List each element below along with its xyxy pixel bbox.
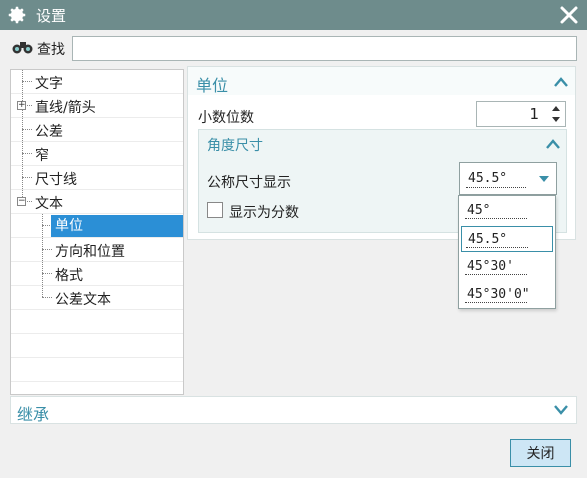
nominal-display-value: 45.5° <box>468 171 508 186</box>
collapse-up-icon[interactable] <box>546 139 560 149</box>
tree-item-label: 公差文本 <box>55 292 111 308</box>
inherit-panel-header[interactable]: 继承 <box>10 396 577 424</box>
collapse-icon[interactable]: − <box>17 197 26 206</box>
fraction-label: 显示为分数 <box>229 205 299 221</box>
tree-item-label: 单位 <box>51 215 183 237</box>
tree-item-label: 直线/箭头 <box>35 100 96 116</box>
find-row: 查找 <box>0 30 587 64</box>
binoculars-icon <box>12 42 33 54</box>
tree-empty-row <box>11 358 183 382</box>
decimal-places-value: 1 <box>529 105 539 123</box>
tree-item-label: 格式 <box>55 268 83 284</box>
decimal-places-label: 小数位数 <box>198 110 254 126</box>
tree-empty-row <box>11 310 183 334</box>
expand-down-icon[interactable] <box>554 405 568 415</box>
tree-item-narrow[interactable]: 窄 <box>11 142 183 166</box>
chevron-down-icon[interactable] <box>539 176 549 182</box>
title-bar: 设置 <box>0 0 587 30</box>
tree-item-units[interactable]: 单位 <box>11 214 183 238</box>
find-input[interactable] <box>72 36 577 61</box>
inherit-title: 继承 <box>17 405 50 424</box>
tree-item-label: 尺寸线 <box>35 172 77 188</box>
window-title: 设置 <box>36 7 67 25</box>
units-panel-header[interactable]: 单位 <box>188 67 575 95</box>
tree-item-text[interactable]: 文字 <box>11 70 183 94</box>
tree-item-label: 窄 <box>35 148 49 164</box>
option-item[interactable]: 45.5° <box>461 226 553 252</box>
tree-item-label: 文本 <box>35 196 63 212</box>
tree-empty-row <box>11 334 183 358</box>
option-item[interactable]: 45°30'0" <box>461 282 553 308</box>
tree-item-line-arrow[interactable]: + 直线/箭头 <box>11 94 183 118</box>
close-button[interactable]: 关闭 <box>510 439 571 467</box>
tree-item-format[interactable]: 格式 <box>11 262 183 286</box>
settings-tree: 文字 + 直线/箭头 公差 窄 尺寸线 − 文本 单位 方向和位置 格式 公差文… <box>10 69 184 395</box>
tree-item-tolerance[interactable]: 公差 <box>11 118 183 142</box>
tree-item-label: 文字 <box>35 76 63 92</box>
tree-item-label: 公差 <box>35 124 63 140</box>
tree-item-orientation-position[interactable]: 方向和位置 <box>11 238 183 262</box>
find-label: 查找 <box>37 42 65 58</box>
collapse-up-icon[interactable] <box>554 77 568 87</box>
nominal-display-options: 45° 45.5° 45°30' 45°30'0" <box>458 195 556 309</box>
tree-item-dimension-line[interactable]: 尺寸线 <box>11 166 183 190</box>
close-icon[interactable] <box>557 3 581 27</box>
angle-group-title: 角度尺寸 <box>207 138 263 154</box>
decimal-places-stepper[interactable]: 1 <box>476 101 566 127</box>
fraction-checkbox[interactable] <box>207 202 223 218</box>
nominal-display-select[interactable]: 45.5° <box>459 162 557 195</box>
units-panel-title: 单位 <box>196 76 229 95</box>
gear-icon <box>8 6 26 24</box>
option-item[interactable]: 45° <box>461 198 553 224</box>
nominal-display-label: 公称尺寸显示 <box>207 175 291 191</box>
tree-item-tolerance-text[interactable]: 公差文本 <box>11 286 183 310</box>
tree-item-label: 方向和位置 <box>55 244 125 260</box>
stepper-arrows-icon[interactable] <box>549 104 563 124</box>
tree-item-body-text[interactable]: − 文本 <box>11 190 183 214</box>
expand-icon[interactable]: + <box>17 101 26 110</box>
option-item[interactable]: 45°30' <box>461 254 553 280</box>
